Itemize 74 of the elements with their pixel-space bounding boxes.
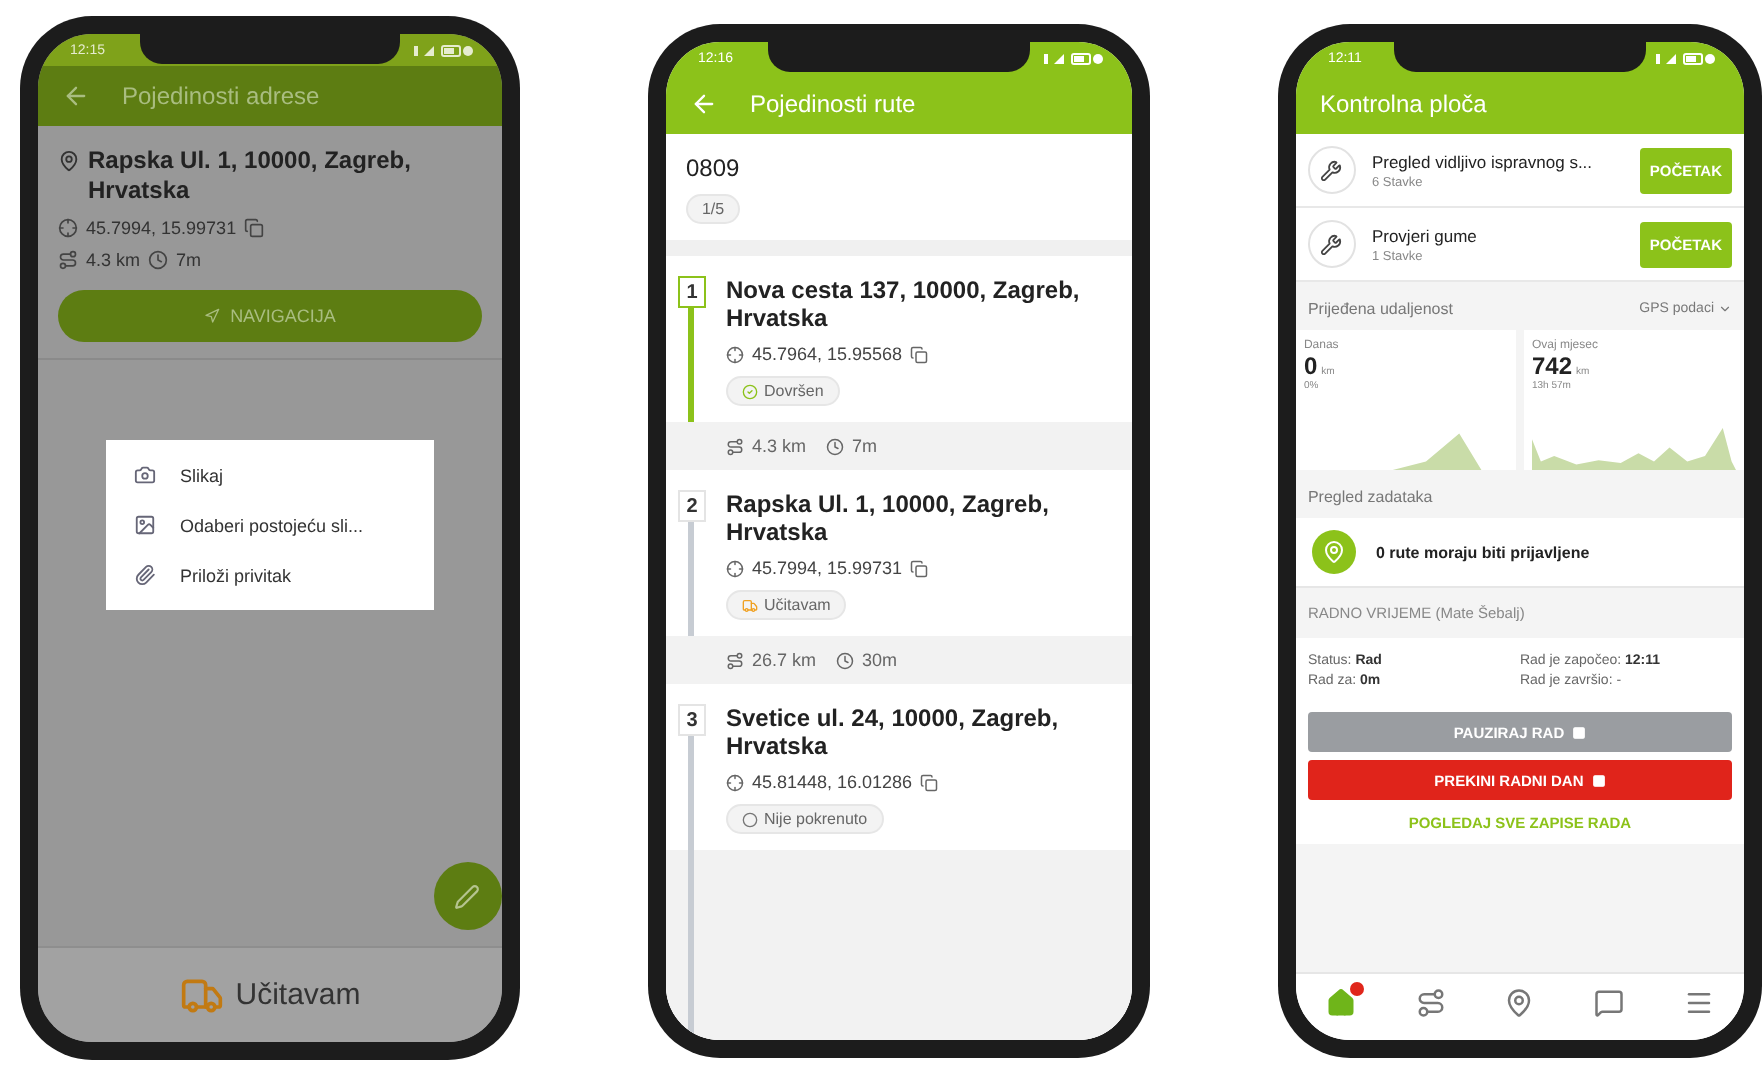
chat-icon[interactable] bbox=[1594, 988, 1625, 1018]
copy-icon[interactable] bbox=[910, 345, 929, 363]
map-pin-icon bbox=[58, 150, 80, 172]
truck-icon bbox=[741, 597, 758, 613]
navigation-icon bbox=[204, 308, 221, 324]
clock-icon bbox=[836, 651, 854, 669]
coordinates-icon bbox=[58, 218, 78, 238]
copy-icon[interactable] bbox=[910, 559, 929, 577]
checklist-title: Provjeri gume bbox=[1371, 225, 1479, 245]
copy-icon[interactable] bbox=[920, 773, 939, 791]
distance-icon bbox=[725, 651, 744, 669]
status-chip: Učitavam bbox=[725, 590, 847, 620]
loading-text: Učitavam bbox=[235, 978, 361, 1012]
distance-value: 742 bbox=[1531, 352, 1572, 380]
distance-text: 4.3 km bbox=[86, 250, 141, 270]
duration-text: 7m bbox=[176, 250, 202, 270]
distance-icon bbox=[725, 437, 744, 455]
image-icon bbox=[134, 514, 156, 536]
duration-text: 30m bbox=[862, 650, 898, 670]
screen-title: Pojedinosti rute bbox=[749, 90, 916, 118]
coordinates-text: 45.7964, 15.95568 bbox=[751, 344, 903, 364]
pen-icon bbox=[454, 883, 481, 909]
coordinates-text: 45.81448, 16.01286 bbox=[751, 772, 913, 792]
wrench-icon bbox=[1307, 146, 1356, 194]
map-pin-icon bbox=[1311, 530, 1356, 574]
screen-title: Pojedinosti adrese bbox=[122, 82, 320, 110]
route-icon[interactable] bbox=[1415, 988, 1446, 1018]
coordinates-icon bbox=[725, 559, 744, 577]
checklist-title: Pregled vidljivo ispravnog s... bbox=[1371, 151, 1595, 171]
stop-address: Nova cesta 137, 10000, Zagreb, Hrvatska bbox=[725, 276, 1082, 332]
coordinates-icon bbox=[725, 345, 744, 363]
progress-chip: 1/5 bbox=[685, 194, 741, 224]
coordinates-text: 45.7994, 15.99731 bbox=[751, 558, 903, 578]
section-title: Pregled zadataka bbox=[1307, 488, 1433, 506]
route-number: 0809 bbox=[685, 154, 740, 182]
distance-value: 0 bbox=[1303, 352, 1318, 380]
map-pin-icon[interactable] bbox=[1504, 988, 1535, 1018]
menu-icon[interactable] bbox=[1684, 988, 1715, 1018]
clock-icon bbox=[826, 437, 844, 455]
copy-icon[interactable] bbox=[244, 218, 265, 238]
stop-number: 1 bbox=[677, 276, 706, 308]
section-title: Prijeđena udaljenost bbox=[1307, 300, 1453, 318]
stop-address: Rapska Ul. 1, 10000, Zagreb, Hrvatska bbox=[725, 490, 1051, 546]
status-chip: Nije pokrenuto bbox=[725, 804, 884, 834]
square-icon bbox=[1572, 725, 1587, 739]
chevron-down-icon bbox=[1718, 302, 1732, 316]
status-icons bbox=[413, 43, 474, 57]
coordinates-icon bbox=[725, 773, 744, 791]
check-icon bbox=[741, 383, 758, 399]
clock-icon bbox=[148, 250, 169, 270]
screen-title: Kontrolna ploča bbox=[1319, 90, 1487, 118]
status-icons bbox=[1656, 51, 1716, 65]
stop-number: 3 bbox=[677, 704, 706, 736]
square-icon bbox=[1591, 773, 1606, 787]
coordinates-text: 45.7994, 15.99731 bbox=[86, 218, 237, 238]
address-text: Rapska Ul. 1, 10000, Zagreb, Hrvatska bbox=[88, 146, 413, 206]
duration-text: 7m bbox=[852, 436, 878, 456]
paperclip-icon bbox=[134, 564, 156, 586]
stop-number: 2 bbox=[677, 490, 706, 522]
status-chip: Dovršen bbox=[725, 376, 840, 406]
status-icons bbox=[1043, 51, 1104, 65]
navigation-button[interactable]: NAVIGACIJA bbox=[58, 290, 482, 342]
task-message: 0 rute moraju biti prijavljene bbox=[1375, 543, 1590, 561]
stop-address: Svetice ul. 24, 10000, Zagreb, Hrvatska bbox=[725, 704, 1061, 760]
camera-icon bbox=[134, 464, 156, 486]
wrench-icon bbox=[1307, 220, 1356, 268]
distance-icon bbox=[58, 250, 78, 270]
circle-icon bbox=[741, 811, 758, 827]
back-icon[interactable] bbox=[62, 82, 90, 110]
dialog-option[interactable]: Slikaj bbox=[180, 465, 224, 485]
dialog-option[interactable]: Priloži privitak bbox=[180, 565, 292, 585]
dialog-option[interactable]: Odaberi postojeću sli... bbox=[180, 515, 364, 535]
distance-text: 26.7 km bbox=[751, 650, 816, 670]
distance-text: 4.3 km bbox=[751, 436, 806, 456]
